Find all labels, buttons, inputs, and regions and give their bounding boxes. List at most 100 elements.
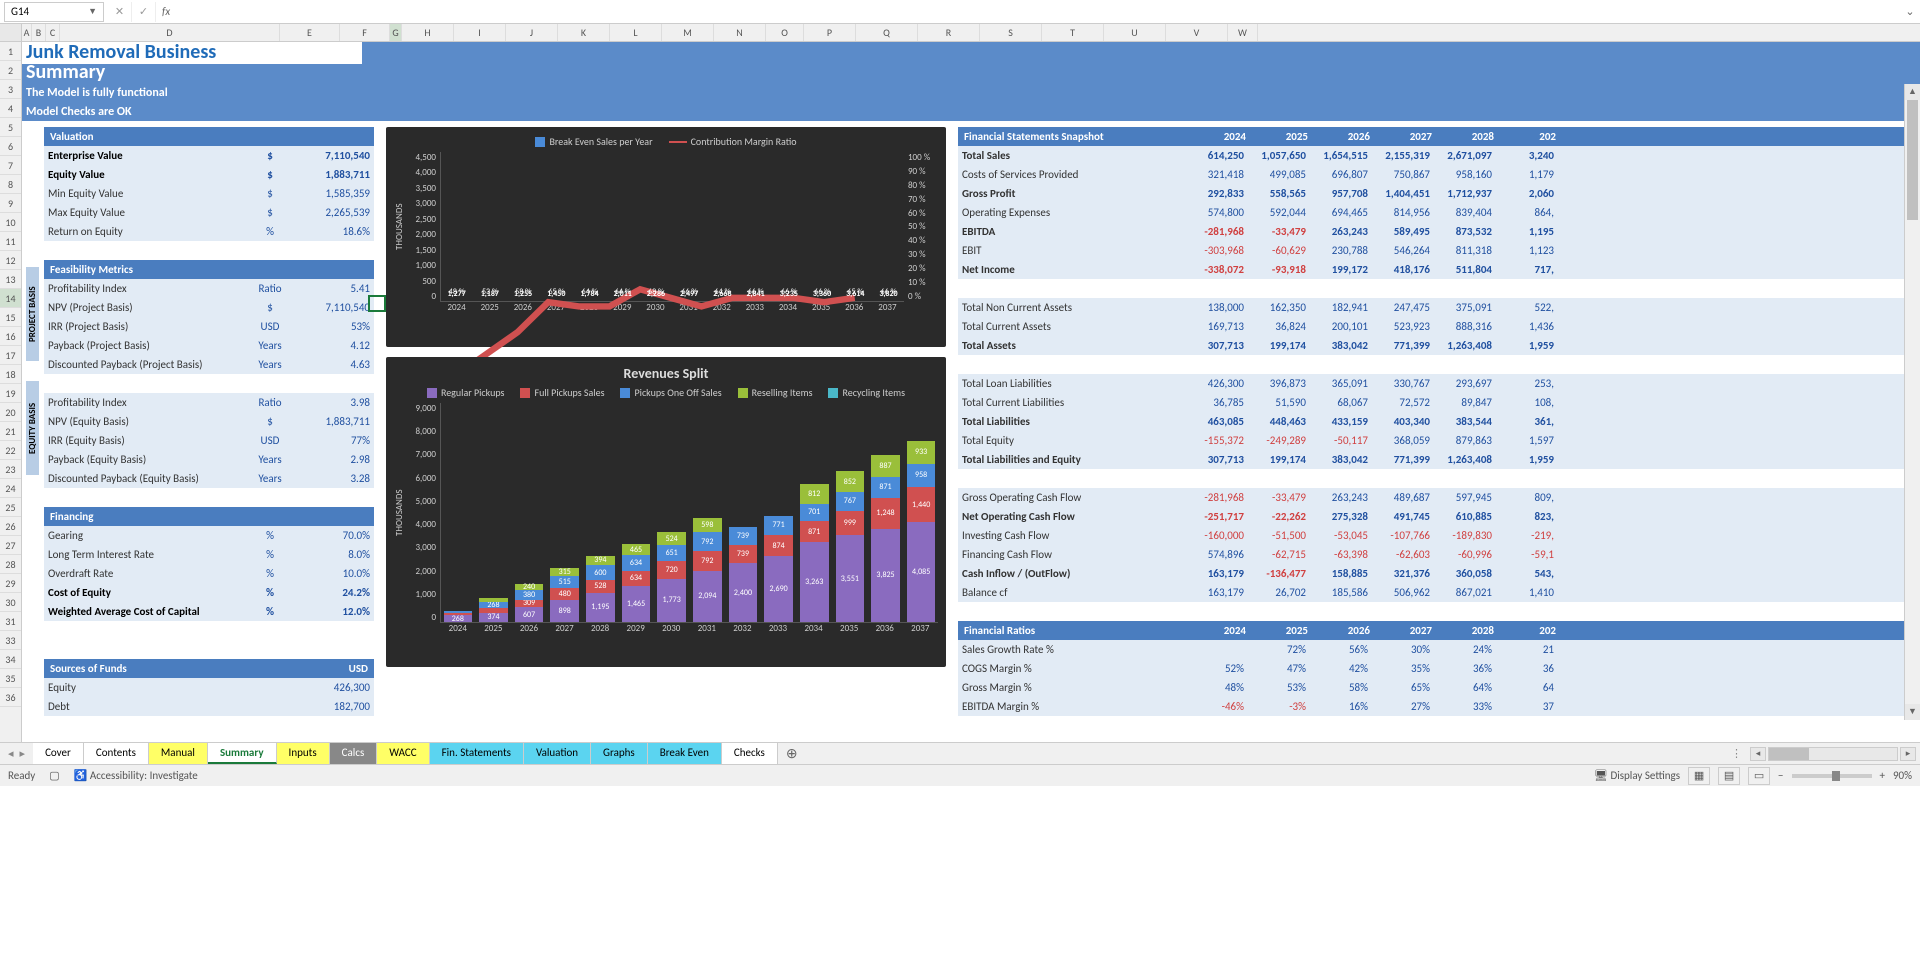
- row-header-34[interactable]: 34: [0, 650, 21, 669]
- tab-nav-next-icon[interactable]: ▸: [18, 747, 28, 760]
- vertical-scrollbar[interactable]: ▲ ▼: [1904, 84, 1920, 720]
- column-header-J[interactable]: J: [506, 24, 558, 41]
- horizontal-scroll-thumb[interactable]: [1769, 748, 1809, 760]
- sheet-tab-contents[interactable]: Contents: [84, 743, 149, 764]
- row-header-30[interactable]: 30: [0, 593, 21, 612]
- row-header-25[interactable]: 25: [0, 498, 21, 517]
- tab-nav[interactable]: ◂ ▸: [0, 747, 33, 760]
- row-header-10[interactable]: 10: [0, 213, 21, 232]
- tab-split-icon[interactable]: ⋮: [1731, 747, 1742, 760]
- row-header-18[interactable]: 18: [0, 365, 21, 384]
- zoom-out-button[interactable]: −: [1778, 769, 1783, 782]
- display-settings-button[interactable]: 🖥 Display Settings: [1594, 769, 1680, 782]
- row-header-23[interactable]: 23: [0, 460, 21, 479]
- scroll-up-icon[interactable]: ▲: [1905, 84, 1920, 100]
- hscroll-left-icon[interactable]: ◂: [1750, 747, 1766, 761]
- row-header-5[interactable]: 5: [0, 118, 21, 137]
- row-header-26[interactable]: 26: [0, 517, 21, 536]
- row-header-22[interactable]: 22: [0, 441, 21, 460]
- column-header-L[interactable]: L: [610, 24, 662, 41]
- column-header-G[interactable]: G: [390, 24, 402, 41]
- row-header-16[interactable]: 16: [0, 327, 21, 346]
- row-header-8[interactable]: 8: [0, 175, 21, 194]
- column-header-A[interactable]: A: [22, 24, 32, 41]
- column-header-D[interactable]: D: [60, 24, 280, 41]
- page-break-view-icon[interactable]: ▭: [1748, 767, 1770, 785]
- zoom-level[interactable]: 90%: [1893, 769, 1912, 782]
- accessibility-status[interactable]: ♿ Accessibility: Investigate: [74, 769, 198, 782]
- normal-view-icon[interactable]: ▦: [1688, 767, 1710, 785]
- fx-icon[interactable]: fx: [156, 5, 176, 18]
- row-header-13[interactable]: 13: [0, 270, 21, 289]
- column-header-H[interactable]: H: [402, 24, 454, 41]
- sheet-tab-valuation[interactable]: Valuation: [524, 743, 591, 764]
- column-header-E[interactable]: E: [280, 24, 340, 41]
- row-header-4[interactable]: 4: [0, 99, 21, 118]
- worksheet[interactable]: Junk Removal Business Summary The Model …: [22, 42, 1920, 742]
- sheet-tab-wacc[interactable]: WACC: [377, 743, 429, 764]
- zoom-slider[interactable]: [1792, 774, 1872, 778]
- column-header-M[interactable]: M: [662, 24, 714, 41]
- name-box[interactable]: G14 ▼: [4, 2, 104, 22]
- sheet-tab-manual[interactable]: Manual: [149, 743, 208, 764]
- column-header-B[interactable]: B: [32, 24, 46, 41]
- select-all-corner[interactable]: [0, 24, 22, 41]
- sheet-tab-inputs[interactable]: Inputs: [277, 743, 330, 764]
- sheet-tab-break-even[interactable]: Break Even: [648, 743, 722, 764]
- row-header-24[interactable]: 24: [0, 479, 21, 498]
- column-header-N[interactable]: N: [714, 24, 766, 41]
- row-header-35[interactable]: 35: [0, 669, 21, 688]
- row-header-27[interactable]: 27: [0, 536, 21, 555]
- row-header-31[interactable]: 31: [0, 612, 21, 631]
- row-header-11[interactable]: 11: [0, 232, 21, 251]
- vertical-scroll-thumb[interactable]: [1907, 100, 1918, 220]
- row-header-14[interactable]: 14: [0, 289, 21, 308]
- column-header-Q[interactable]: Q: [856, 24, 918, 41]
- row-header-17[interactable]: 17: [0, 346, 21, 365]
- row-header-2[interactable]: 2: [0, 61, 21, 80]
- column-header-R[interactable]: R: [918, 24, 980, 41]
- sheet-tab-graphs[interactable]: Graphs: [591, 743, 648, 764]
- row-header-20[interactable]: 20: [0, 403, 21, 422]
- add-sheet-button[interactable]: ⊕: [778, 745, 806, 762]
- page-layout-view-icon[interactable]: ▤: [1718, 767, 1740, 785]
- macro-record-icon[interactable]: ▢: [49, 769, 59, 782]
- zoom-in-button[interactable]: +: [1880, 769, 1885, 782]
- column-header-C[interactable]: C: [46, 24, 60, 41]
- row-header-29[interactable]: 29: [0, 574, 21, 593]
- row-header-1[interactable]: 1: [0, 42, 21, 61]
- row-header-7[interactable]: 7: [0, 156, 21, 175]
- column-header-U[interactable]: U: [1104, 24, 1166, 41]
- column-header-V[interactable]: V: [1166, 24, 1228, 41]
- column-header-T[interactable]: T: [1042, 24, 1104, 41]
- sheet-tab-cover[interactable]: Cover: [33, 743, 84, 764]
- row-header-15[interactable]: 15: [0, 308, 21, 327]
- hscroll-right-icon[interactable]: ▸: [1900, 747, 1916, 761]
- column-header-S[interactable]: S: [980, 24, 1042, 41]
- row-header-19[interactable]: 19: [0, 384, 21, 403]
- row-header-12[interactable]: 12: [0, 251, 21, 270]
- sheet-tab-calcs[interactable]: Calcs: [330, 743, 378, 764]
- row-header-28[interactable]: 28: [0, 555, 21, 574]
- sheet-tab-checks[interactable]: Checks: [722, 743, 778, 764]
- row-header-3[interactable]: 3: [0, 80, 21, 99]
- column-header-O[interactable]: O: [766, 24, 804, 41]
- scroll-down-icon[interactable]: ▼: [1905, 704, 1920, 720]
- row-header-21[interactable]: 21: [0, 422, 21, 441]
- tab-nav-first-icon[interactable]: ◂: [6, 747, 16, 760]
- formula-bar-expand-icon[interactable]: ⌄: [1900, 5, 1920, 18]
- horizontal-scrollbar[interactable]: [1768, 747, 1898, 761]
- column-header-I[interactable]: I: [454, 24, 506, 41]
- row-header-9[interactable]: 9: [0, 194, 21, 213]
- column-header-P[interactable]: P: [804, 24, 856, 41]
- name-box-dropdown-icon[interactable]: ▼: [88, 6, 97, 17]
- column-header-F[interactable]: F: [340, 24, 390, 41]
- column-header-K[interactable]: K: [558, 24, 610, 41]
- sheet-tab-summary[interactable]: Summary: [208, 743, 277, 764]
- row-header-33[interactable]: 33: [0, 631, 21, 650]
- sheet-tab-fin--statements[interactable]: Fin. Statements: [430, 743, 524, 764]
- column-header-W[interactable]: W: [1228, 24, 1258, 41]
- formula-input[interactable]: [176, 2, 1900, 22]
- row-header-36[interactable]: 36: [0, 688, 21, 707]
- row-header-6[interactable]: 6: [0, 137, 21, 156]
